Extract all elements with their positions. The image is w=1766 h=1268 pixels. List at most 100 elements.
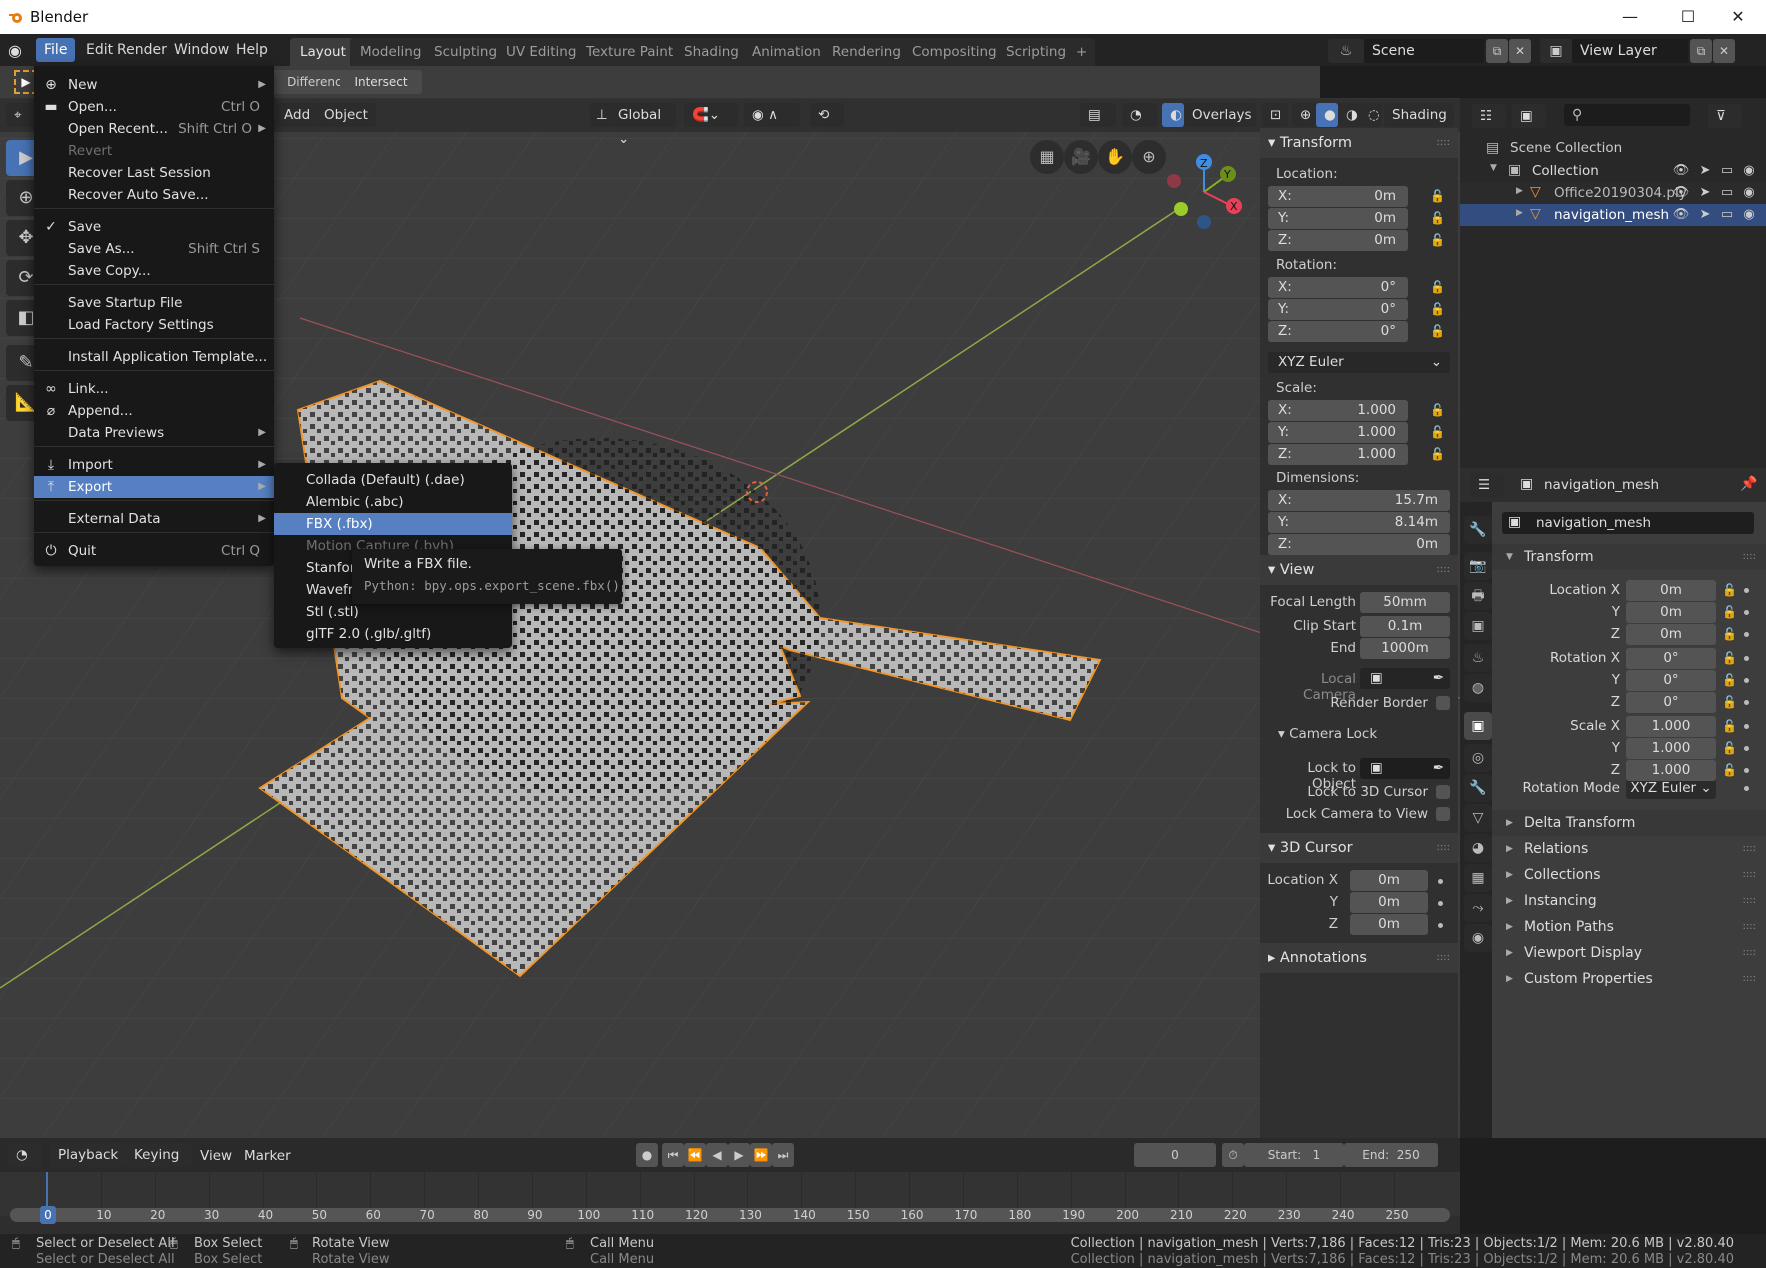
rotation-z-field[interactable]: Z: 0°	[1268, 321, 1408, 342]
scene-tab-icon[interactable]: ♨	[1464, 644, 1492, 672]
transform-row-field[interactable]: 0°	[1626, 648, 1716, 669]
export-item-collada-default-dae[interactable]: Collada (Default) (.dae)	[274, 469, 512, 491]
file-menu-item-open-recent[interactable]: Open Recent... Shift Ctrl O ▶	[34, 118, 274, 140]
camera-lock-header[interactable]: ▾ Camera Lock	[1278, 726, 1377, 742]
export-item-stl-stl[interactable]: Stl (.stl)	[274, 601, 512, 623]
select-arrow-icon[interactable]: ➤	[1696, 206, 1714, 224]
solid-shading-icon[interactable]: ●	[1316, 103, 1338, 127]
end-frame-field[interactable]: End: 250	[1344, 1143, 1438, 1167]
particles-tab-icon[interactable]: ⤳	[1464, 894, 1492, 922]
unlock-icon[interactable]: 🔓	[1430, 324, 1445, 338]
unlock-icon[interactable]: 🔓	[1430, 233, 1445, 247]
remove-scene-icon[interactable]: ✕	[1509, 39, 1531, 63]
view-menu[interactable]: View	[200, 1148, 232, 1164]
remove-view-layer-icon[interactable]: ✕	[1713, 39, 1735, 63]
tab-rendering[interactable]: Rendering	[822, 38, 911, 66]
keyframe-dot[interactable]	[1744, 610, 1749, 615]
copy-view-layer-icon[interactable]: ⧉	[1690, 39, 1712, 63]
keyframe-dot[interactable]	[1744, 724, 1749, 729]
output-tab-icon[interactable]: 🖶	[1464, 582, 1492, 610]
menu-help[interactable]: Help	[228, 38, 276, 62]
camera-icon[interactable]: ◉	[1740, 162, 1758, 180]
camera-view-icon[interactable]: 🎥	[1064, 140, 1098, 174]
select-arrow-icon[interactable]: ➤	[1696, 184, 1714, 202]
file-menu-item-data-previews[interactable]: Data Previews ▶	[34, 422, 274, 444]
tool-tab-icon[interactable]: 🔧	[1464, 516, 1492, 544]
eye-icon[interactable]: 👁	[1672, 184, 1690, 202]
neg-x-axis-handle[interactable]	[1167, 174, 1181, 188]
file-menu-item-recover-last-session[interactable]: Recover Last Session	[34, 162, 274, 184]
dimensions-y-field[interactable]: Y: 8.14m	[1268, 512, 1450, 533]
unlock-icon[interactable]: 🔓	[1430, 447, 1445, 461]
file-menu-item-install-application-template[interactable]: Install Application Template...	[34, 346, 274, 368]
file-menu-item-append[interactable]: ⌀ Append...	[34, 400, 274, 422]
keyframe-dot[interactable]	[1744, 678, 1749, 683]
object-transform-header[interactable]: ▼ Transform ::::	[1492, 544, 1766, 570]
expand-arrow-icon[interactable]: ▼	[1490, 163, 1497, 173]
render-tab-icon[interactable]: 📷	[1464, 552, 1492, 580]
scale-x-field[interactable]: X: 1.000	[1268, 400, 1408, 421]
properties-section-delta-transform[interactable]: ▶ Delta Transform	[1492, 810, 1766, 836]
properties-section-motion-paths[interactable]: ▶ Motion Paths::::	[1492, 914, 1766, 940]
export-item-gltf-2-0-glb-gltf[interactable]: glTF 2.0 (.glb/.gltf)	[274, 623, 512, 645]
drag-grip-icon[interactable]: ::::	[1743, 914, 1756, 940]
tab-animation[interactable]: Animation	[742, 38, 831, 66]
unlock-icon[interactable]: 🔓	[1430, 302, 1445, 316]
file-menu-item-open[interactable]: ▬ Open... Ctrl O	[34, 96, 274, 118]
start-frame-field[interactable]: Start: 1	[1244, 1143, 1344, 1167]
dimensions-x-field[interactable]: X: 15.7m	[1268, 490, 1450, 511]
monitor-icon[interactable]: ▭	[1718, 206, 1736, 224]
unlock-icon[interactable]: 🔓	[1430, 280, 1445, 294]
menu-file[interactable]: File	[36, 38, 76, 62]
transform-row-field[interactable]: 0°	[1626, 670, 1716, 691]
select-arrow-icon[interactable]: ➤	[1696, 162, 1714, 180]
stopwatch-icon[interactable]: ⏱	[1222, 1143, 1244, 1167]
editor-type-icon[interactable]: ◔	[8, 1143, 42, 1167]
unlock-icon[interactable]: 🔓	[1430, 403, 1445, 417]
tab-scripting[interactable]: Scripting	[996, 38, 1077, 66]
close-button[interactable]: ✕	[1718, 4, 1758, 30]
gizmo-toggle-icon[interactable]: ◔	[1122, 103, 1158, 127]
eye-icon[interactable]: 👁	[1672, 206, 1690, 224]
outliner-search-input[interactable]: ⚲	[1564, 104, 1690, 126]
rendered-shading-icon[interactable]: ◌	[1360, 103, 1382, 127]
view-layer-name-field[interactable]: View Layer	[1572, 39, 1688, 63]
pin-icon[interactable]: 📌	[1740, 476, 1757, 492]
jump-end-button[interactable]: ⏭	[772, 1143, 794, 1167]
drag-grip-icon[interactable]: ::::	[1743, 940, 1756, 966]
file-menu-item-load-factory-settings[interactable]: Load Factory Settings	[34, 314, 274, 336]
clip-start-field[interactable]: 0.1m	[1360, 616, 1450, 637]
overlays-toggle-icon[interactable]: ◐	[1162, 103, 1184, 127]
eyedropper-icon[interactable]: ✒	[1433, 668, 1444, 689]
texture-tab-icon[interactable]: ▦	[1464, 864, 1492, 892]
editor-type-icon[interactable]: ☰	[1470, 473, 1504, 497]
visibility-icon[interactable]: ▤	[1080, 103, 1116, 127]
camera-icon[interactable]: ◉	[1740, 206, 1758, 224]
lock-to-cursor-checkbox[interactable]	[1436, 785, 1450, 799]
unlock-icon[interactable]: 🔓	[1722, 719, 1737, 733]
keyframe-dot[interactable]	[1744, 632, 1749, 637]
overlays-dropdown[interactable]: Overlays	[1184, 103, 1256, 127]
playback-menu[interactable]: Playback ⌄	[50, 1143, 126, 1187]
keyframe-dot[interactable]	[1438, 901, 1443, 906]
export-item-fbx-fbx[interactable]: FBX (.fbx)	[274, 513, 512, 535]
file-menu-item-save-startup-file[interactable]: Save Startup File	[34, 292, 274, 314]
keyframe-dot[interactable]	[1744, 768, 1749, 773]
drag-grip-icon[interactable]: ::::	[1743, 888, 1756, 914]
pan-view-icon[interactable]: ✋	[1098, 140, 1132, 174]
keyframe-dot[interactable]	[1438, 879, 1443, 884]
unlock-icon[interactable]: 🔓	[1722, 627, 1737, 641]
scene-collection-item[interactable]: Scene Collection	[1510, 140, 1622, 156]
minimize-button[interactable]: —	[1610, 4, 1650, 30]
rotation-y-field[interactable]: Y: 0°	[1268, 299, 1408, 320]
location-x-field[interactable]: X: 0m	[1268, 186, 1408, 207]
constraints-tab-icon[interactable]: ◉	[1464, 924, 1492, 952]
monitor-icon[interactable]: ▭	[1718, 162, 1736, 180]
eye-icon[interactable]: 👁	[1672, 162, 1690, 180]
transform-row-field[interactable]: 0°	[1626, 692, 1716, 713]
file-menu-item-recover-auto-save[interactable]: Recover Auto Save...	[34, 184, 274, 206]
keyframe-dot[interactable]	[1744, 588, 1749, 593]
transform-row-field[interactable]: 0m	[1626, 602, 1716, 623]
maximize-button[interactable]: ☐	[1668, 4, 1708, 30]
tab-sculpting[interactable]: Sculpting	[424, 38, 508, 66]
